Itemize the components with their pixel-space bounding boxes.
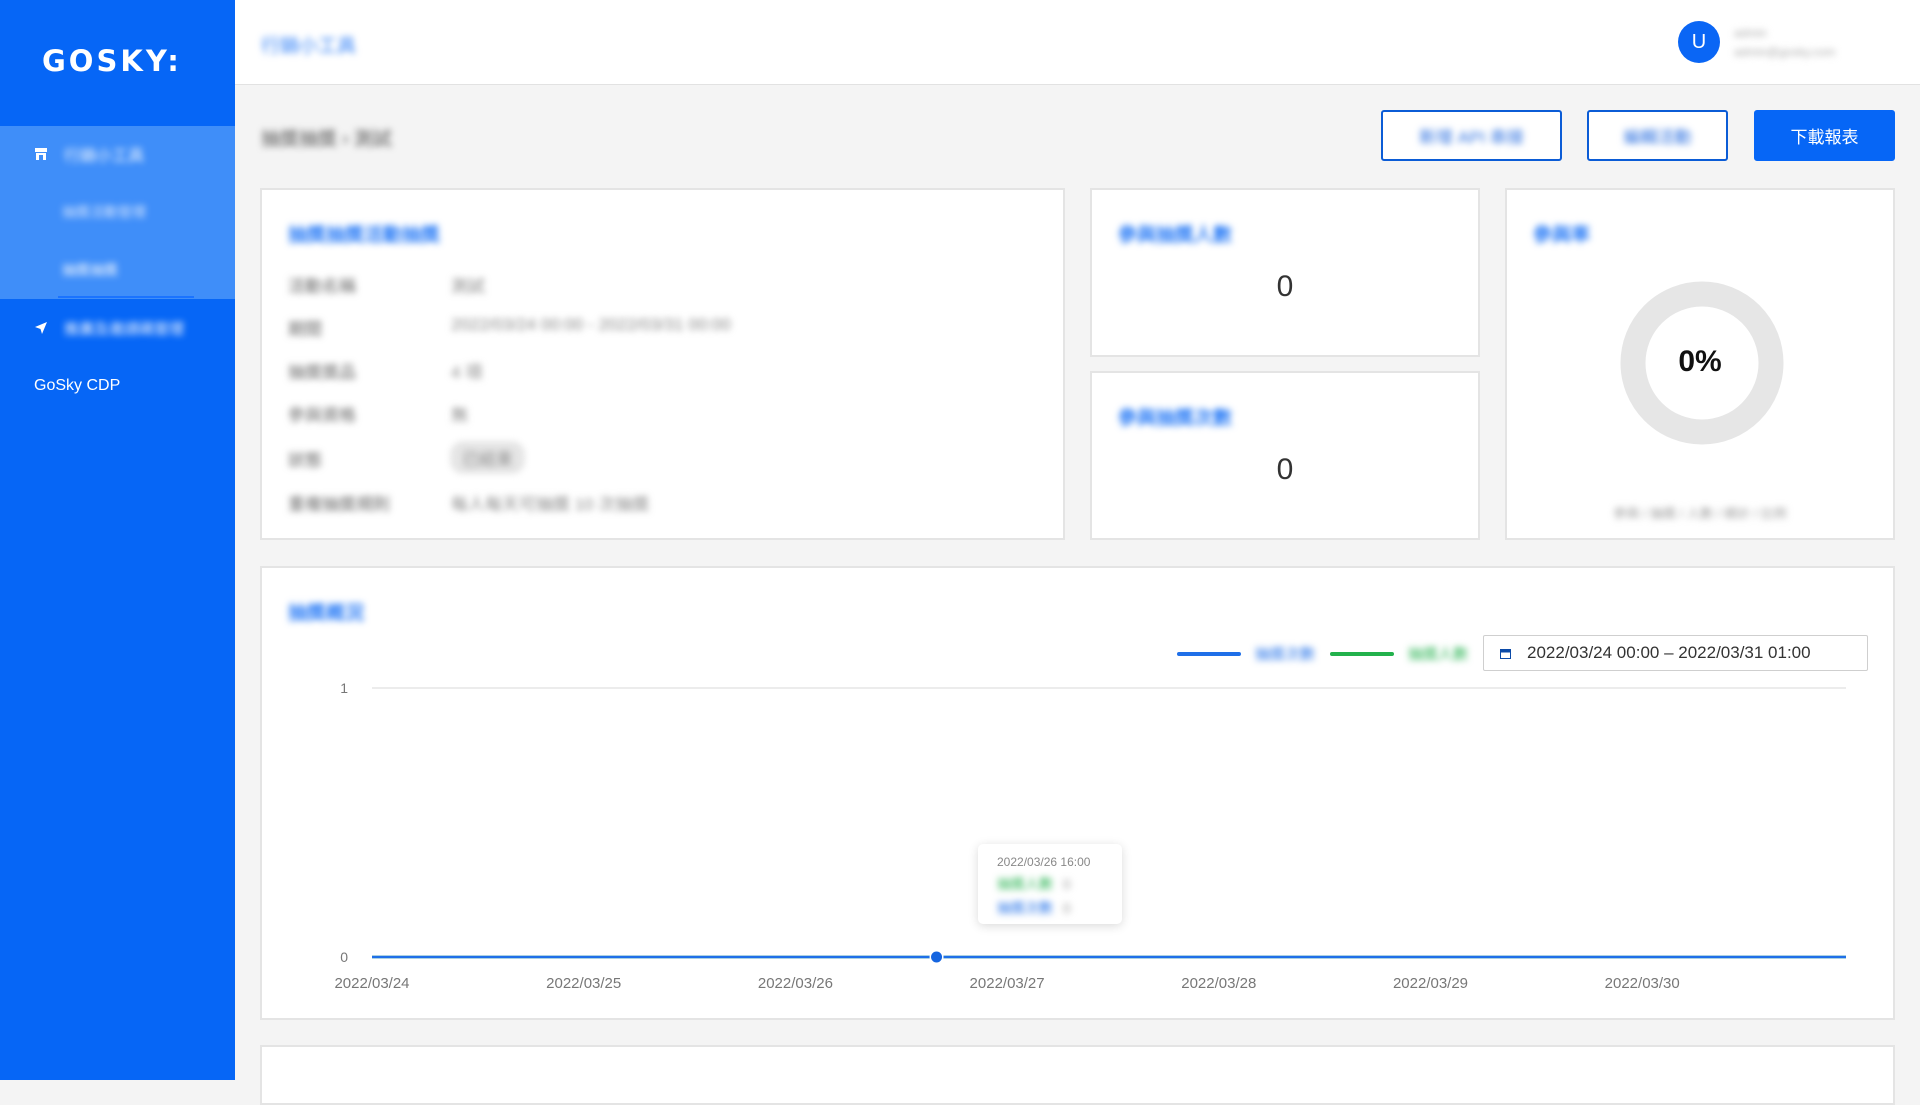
button-label: 下載報表 [1790, 128, 1859, 147]
sidebar: GOSKY: 行銷小工具 抽獎活動管理 抽獎抽獎 推廣及邀請碼管理 GoSky … [0, 0, 235, 1080]
draws-value: 0 [1276, 453, 1294, 486]
rate-percent: 0% [1678, 345, 1722, 378]
send-icon [35, 322, 47, 334]
activity-info-card: 抽獎抽獎活動抽獎 活動名稱 測試 期間 2022/03/24 00:00 - 2… [260, 188, 1065, 540]
sidebar-item-referral[interactable]: 推廣及邀請碼管理 [0, 300, 235, 356]
info-value: 4 項 [451, 363, 483, 382]
sidebar-item-label: 推廣及邀請碼管理 [64, 320, 185, 338]
tooltip-row-participants: 抽獎人數 0 [997, 874, 1071, 894]
top-header: 行銷小工具 U admin admin@gosky.com [235, 0, 1920, 85]
button-label: 編輯活動 [1623, 128, 1692, 147]
x-tick-label: 2022/03/29 [1393, 975, 1468, 992]
card-title: 抽獎抽獎活動抽獎 [288, 225, 441, 246]
sidebar-item-label: 抽獎活動管理 [62, 204, 146, 220]
x-tick-label: 2022/03/28 [1181, 975, 1256, 992]
chart-tooltip: 2022/03/26 16:00 抽獎人數 0 抽獎次數 0 [978, 844, 1122, 924]
info-value: 2022/03/24 00:00 - 2022/03/31 00:00 [451, 315, 731, 334]
page-section-title: 行銷小工具 [261, 36, 357, 57]
sidebar-item-gosky-cdp[interactable]: GoSky CDP [0, 358, 269, 414]
status-pill: 已結束 [451, 442, 524, 473]
tooltip-row-draws: 抽獎次數 0 [997, 898, 1071, 918]
card-title: 參與抽獎人數 [1118, 225, 1233, 246]
info-value: 每人每天可抽獎 10 次抽獎 [451, 495, 650, 514]
tooltip-label: 抽獎次數 [997, 900, 1053, 916]
data-point [931, 951, 943, 963]
button-label: 新增 API 串接 [1419, 128, 1524, 147]
sidebar-item-marketing-tools[interactable]: 行銷小工具 [0, 126, 235, 182]
next-section-card [260, 1045, 1895, 1105]
info-label: 狀態 [288, 451, 322, 470]
tooltip-value: 0 [1062, 876, 1071, 892]
download-report-button[interactable]: 下載報表 [1754, 110, 1895, 161]
rate-caption: 參與 / 抽獎 / 人數 / 總計 / 比例 [1613, 506, 1787, 521]
info-label: 期間 [288, 320, 322, 339]
store-icon [35, 148, 47, 160]
avatar[interactable]: U [1678, 21, 1720, 63]
line-chart: 1 0 2022/03/24 2022/03/25 2022/03/26 2022/03/… [334, 680, 1846, 992]
info-value: 無 [451, 406, 468, 425]
sidebar-subitem-lottery-management[interactable]: 抽獎活動管理 [0, 184, 297, 240]
tooltip-label: 抽獎人數 [997, 876, 1053, 892]
participants-card: 參與抽獎人數 0 [1090, 188, 1480, 357]
user-name: admin [1734, 26, 1767, 40]
participation-rate-card: 參與率 0% 參與 / 抽獎 / 人數 / 總計 / 比例 [1505, 188, 1895, 540]
avatar-letter: U [1691, 30, 1707, 53]
user-email: admin@gosky.com [1734, 45, 1836, 59]
info-label: 參與資格 [288, 406, 356, 425]
participants-value: 0 [1276, 270, 1294, 303]
x-tick-label: 2022/03/30 [1605, 975, 1680, 992]
tooltip-time: 2022/03/26 16:00 [997, 855, 1091, 869]
sidebar-item-label: 行銷小工具 [64, 148, 145, 165]
sidebar-item-label: GoSky CDP [34, 377, 121, 394]
chart-card: 抽獎概況 抽獎次數 抽獎人數 2022/03/24 00:00 – 2022/0… [260, 566, 1895, 1020]
card-title: 參與抽獎次數 [1118, 408, 1233, 429]
x-tick-label: 2022/03/27 [970, 975, 1045, 992]
gosky-logo[interactable]: GOSKY: [42, 44, 182, 78]
info-label: 活動名稱 [288, 277, 356, 296]
info-value: 測試 [451, 277, 485, 296]
info-label: 抽獎獎品 [288, 363, 356, 382]
y-tick-label: 0 [340, 949, 348, 965]
add-api-button[interactable]: 新增 API 串接 [1381, 110, 1562, 161]
edit-activity-button[interactable]: 編輯活動 [1587, 110, 1728, 161]
sidebar-item-label: 抽獎抽獎 [62, 262, 118, 278]
y-tick-label: 1 [340, 680, 348, 696]
breadcrumb: 抽獎抽獎 › 測試 [261, 129, 392, 150]
draws-card: 參與抽獎次數 0 [1090, 371, 1480, 540]
active-underline [58, 296, 194, 298]
x-tick-label: 2022/03/26 [758, 975, 833, 992]
x-tick-label: 2022/03/24 [334, 975, 409, 992]
tooltip-value: 0 [1062, 900, 1071, 916]
sidebar-subitem-lottery[interactable]: 抽獎抽獎 [0, 242, 297, 298]
info-label: 重複抽獎規則 [288, 495, 390, 514]
x-tick-label: 2022/03/25 [546, 975, 621, 992]
card-title: 參與率 [1533, 225, 1591, 246]
status-badge: 已結束 [451, 442, 524, 473]
